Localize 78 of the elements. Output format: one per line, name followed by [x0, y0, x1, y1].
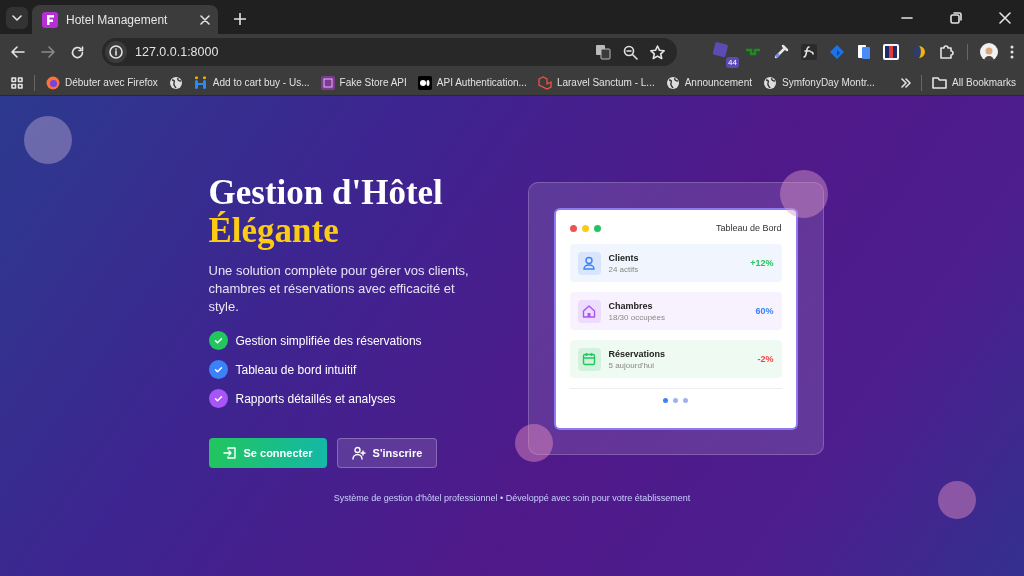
- browser-tab[interactable]: Hotel Management: [32, 5, 218, 34]
- window-dot-icon: [569, 224, 577, 232]
- dashboard-title: Tableau de Bord: [715, 223, 782, 233]
- app-icon: [193, 75, 208, 90]
- function-icon[interactable]: [801, 44, 817, 60]
- chevron-down-icon: [12, 15, 22, 21]
- apps-grid-icon[interactable]: [11, 76, 23, 89]
- chevrons-right-icon[interactable]: [901, 77, 912, 88]
- house-icon: [582, 304, 596, 318]
- medium-icon: [417, 75, 432, 90]
- feature-text: Tableau de bord intuitif: [235, 362, 357, 377]
- footer-text: Système de gestion d'hôtel professionnel • Développé avec soin pour votre établissement: [333, 493, 691, 503]
- eyedropper-icon[interactable]: [773, 44, 789, 60]
- decorative-circle: [515, 424, 553, 462]
- bookmark[interactable]: [168, 75, 183, 90]
- extension-badge: 44: [726, 57, 739, 68]
- info-icon[interactable]: [105, 41, 127, 63]
- extension-icon[interactable]: [883, 44, 899, 60]
- person-icon: [582, 256, 596, 270]
- translate-icon[interactable]: [595, 44, 611, 60]
- folder-icon: [932, 76, 948, 89]
- app-favicon-icon: [42, 11, 58, 28]
- hero-title: Gestion d'Hôtel: [208, 174, 444, 212]
- signup-button[interactable]: S'inscrire: [336, 438, 438, 468]
- stat-label: Clients: [608, 252, 640, 263]
- stat-change: -2%: [757, 354, 774, 364]
- stat-label: Chambres: [608, 300, 654, 311]
- bookmark[interactable]: SymfonyDay Montr...: [763, 75, 875, 90]
- back-icon[interactable]: [11, 46, 25, 58]
- laravel-icon: [537, 75, 552, 90]
- hero-title-accent: Élégante: [208, 212, 340, 250]
- stat-change: +12%: [750, 258, 774, 268]
- more-icon[interactable]: [1010, 45, 1014, 59]
- feature-text: Gestion simplifiée des réservations: [235, 333, 422, 348]
- extension-icon[interactable]: [911, 44, 927, 60]
- avatar-icon[interactable]: [980, 43, 998, 61]
- decorative-circle: [780, 170, 828, 218]
- pager-dot[interactable]: [673, 398, 678, 403]
- user-plus-icon: [351, 446, 366, 460]
- close-icon[interactable]: [200, 14, 210, 25]
- puzzle-icon[interactable]: [939, 44, 955, 60]
- globe-icon: [168, 75, 183, 90]
- bookmark[interactable]: Announcement: [665, 75, 752, 90]
- store-icon: [320, 75, 335, 90]
- stat-detail: 24 actifs: [608, 264, 640, 274]
- pager-dot[interactable]: [663, 398, 668, 403]
- window-dot-icon: [581, 224, 589, 232]
- bookmark[interactable]: Laravel Sanctum - L...: [537, 75, 655, 90]
- bookmark[interactable]: API Authentication...: [417, 75, 527, 90]
- stat-detail: 18/30 occupées: [608, 312, 666, 322]
- firefox-icon: [46, 75, 60, 90]
- stat-change: 60%: [755, 306, 774, 316]
- stat-detail: 5 aujourd'hui: [608, 360, 656, 370]
- star-icon[interactable]: [650, 44, 665, 60]
- globe-icon: [763, 75, 777, 90]
- restore-icon[interactable]: [950, 12, 962, 24]
- decorative-circle: [24, 116, 72, 164]
- reload-icon[interactable]: [71, 45, 84, 59]
- window-dot-icon: [593, 224, 601, 232]
- bookmark[interactable]: Add to cart buy - Us...: [193, 75, 310, 90]
- all-bookmarks-button[interactable]: All Bookmarks: [932, 76, 1016, 89]
- stat-label: Réservations: [608, 348, 667, 359]
- feature-text: Rapports détaillés et analyses: [235, 391, 396, 406]
- hero-subtitle: Une solution complète pour gérer vos clients, chambres et réservations avec efficacité et style.: [208, 262, 470, 316]
- new-tab-icon[interactable]: [234, 13, 246, 25]
- bookmark[interactable]: Fake Store API: [320, 75, 407, 90]
- address-bar[interactable]: 127.0.0.1:8000: [102, 38, 677, 66]
- close-icon[interactable]: [999, 12, 1011, 24]
- extension-icon[interactable]: [857, 44, 871, 60]
- forward-icon: [41, 46, 55, 58]
- globe-icon: [665, 75, 680, 90]
- decorative-circle: [938, 481, 976, 519]
- calendar-icon: [582, 352, 596, 366]
- login-icon: [222, 446, 237, 460]
- tab-search-button[interactable]: [6, 7, 28, 29]
- pager-dot[interactable]: [683, 398, 688, 403]
- zoom-out-icon[interactable]: [623, 44, 638, 60]
- bookmark[interactable]: Débuter avec Firefox: [46, 75, 158, 90]
